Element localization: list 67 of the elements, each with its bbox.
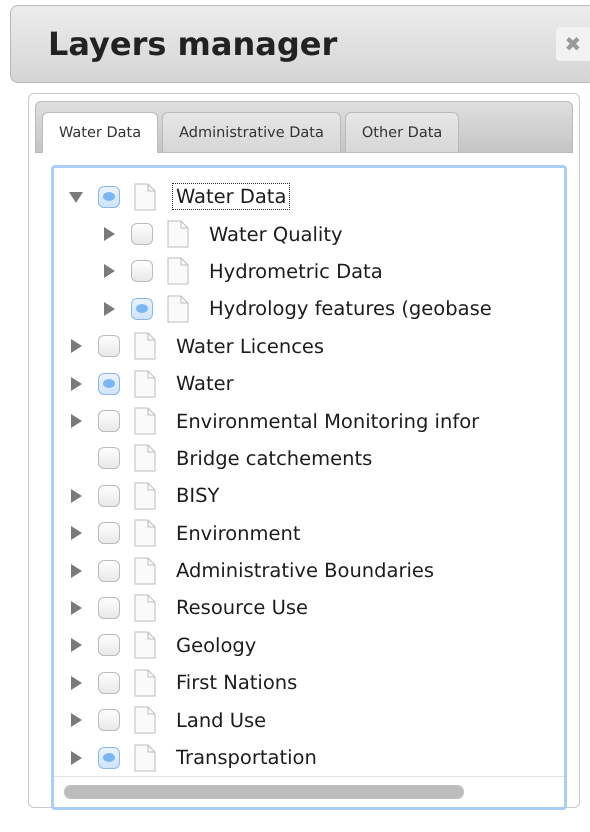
scrollbar-thumb[interactable] [64,785,464,800]
document-icon [134,631,156,660]
checkbox[interactable] [98,634,120,656]
layer-label[interactable]: Environmental Monitoring infor [172,408,484,435]
checkbox[interactable] [98,560,120,582]
checkbox[interactable] [98,410,120,432]
layer-label[interactable]: Resource Use [172,594,312,622]
checkbox[interactable] [98,596,120,619]
checkbox[interactable] [98,522,120,544]
layer-label[interactable]: Transportation [172,744,321,772]
layer-label[interactable]: First Nations [172,669,302,696]
checkbox[interactable] [98,186,120,208]
expand-arrow-icon[interactable] [101,226,117,242]
expand-arrow-icon[interactable] [68,674,84,691]
layer-label[interactable]: Hydrology features (geobase [205,295,496,322]
document-icon [167,257,189,286]
expand-arrow-icon[interactable] [68,488,84,504]
document-icon [134,407,156,436]
tab[interactable]: Water Data [42,112,158,153]
expand-arrow-icon[interactable] [68,562,84,579]
document-icon [134,332,156,360]
document-icon [134,706,156,734]
document-icon [134,370,156,398]
layer-label[interactable]: Water Data [172,183,290,210]
expand-arrow-icon[interactable] [68,525,84,542]
layer-label[interactable]: Geology [172,632,260,659]
window-title: Layers manager [48,25,338,63]
document-icon [134,482,156,510]
expand-arrow-icon[interactable] [68,338,84,354]
document-icon [134,519,156,548]
layer-label[interactable]: Water Licences [172,332,328,360]
document-icon [134,556,156,585]
expand-arrow-icon[interactable] [101,300,117,317]
layer-label[interactable]: BISY [172,482,224,510]
document-icon [134,744,156,772]
document-icon [167,294,189,323]
layer-label[interactable]: Water Quality [205,220,347,248]
checkbox[interactable] [98,335,120,358]
checkbox[interactable] [131,298,153,320]
checkbox[interactable] [98,372,120,395]
expand-arrow-icon[interactable] [101,263,117,280]
document-icon [134,182,156,211]
layer-label[interactable]: Environment [172,520,305,547]
document-icon [134,594,156,622]
checkbox[interactable] [98,447,120,470]
expand-arrow-icon[interactable] [68,600,84,616]
document-icon [134,668,156,697]
checkbox[interactable] [98,672,120,694]
layer-label[interactable]: Administrative Boundaries [172,557,438,584]
expand-arrow-icon[interactable] [68,712,84,728]
document-icon [167,220,189,248]
checkbox[interactable] [98,709,120,732]
checkbox[interactable] [131,260,153,282]
layer-label[interactable]: Bridge catchements [172,444,376,472]
tab[interactable]: Other Data [344,112,460,152]
tab[interactable]: Administrative Data [162,112,341,152]
checkbox[interactable] [131,223,153,246]
checkbox[interactable] [98,746,120,769]
layer-label[interactable]: Water [172,370,238,398]
expand-arrow-icon[interactable] [68,750,84,766]
document-icon [134,444,156,472]
expand-arrow-icon[interactable] [68,637,84,654]
layer-label[interactable]: Land Use [172,706,270,734]
expand-arrow-icon[interactable] [68,376,84,392]
expand-arrow-icon[interactable] [68,413,84,430]
checkbox[interactable] [98,484,120,507]
layer-label[interactable]: Hydrometric Data [205,258,387,285]
